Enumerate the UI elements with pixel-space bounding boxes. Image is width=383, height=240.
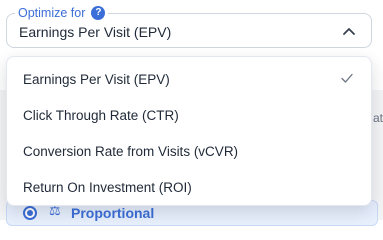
proportional-option-label: Proportional — [71, 205, 155, 221]
background-clipped-text: at — [373, 111, 383, 125]
menu-item-roi[interactable]: Return On Investment (ROI) — [7, 169, 371, 205]
menu-item-epv[interactable]: Earnings Per Visit (EPV) — [7, 61, 371, 97]
field-label-row: Optimize for ? — [15, 5, 109, 21]
optimize-for-screen: at ⚖ Proportional Earnings Per Visit (EP… — [0, 0, 383, 226]
radio-selected[interactable] — [23, 206, 37, 220]
menu-item-label: Return On Investment (ROI) — [23, 179, 192, 195]
field-label: Optimize for — [18, 6, 86, 20]
selected-value: Earnings Per Visit (EPV) — [19, 24, 172, 40]
optimize-for-menu: Earnings Per Visit (EPV) Click Through R… — [6, 56, 372, 206]
question-circle-icon[interactable]: ? — [91, 6, 106, 20]
menu-item-label: Earnings Per Visit (EPV) — [23, 71, 170, 87]
check-icon — [341, 73, 353, 83]
menu-item-label: Click Through Rate (CTR) — [23, 107, 179, 123]
menu-item-label: Conversion Rate from Visits (vCVR) — [23, 143, 239, 159]
menu-item-vcvr[interactable]: Conversion Rate from Visits (vCVR) — [7, 133, 371, 169]
chevron-up-icon[interactable] — [343, 27, 355, 35]
menu-item-ctr[interactable]: Click Through Rate (CTR) — [7, 97, 371, 133]
